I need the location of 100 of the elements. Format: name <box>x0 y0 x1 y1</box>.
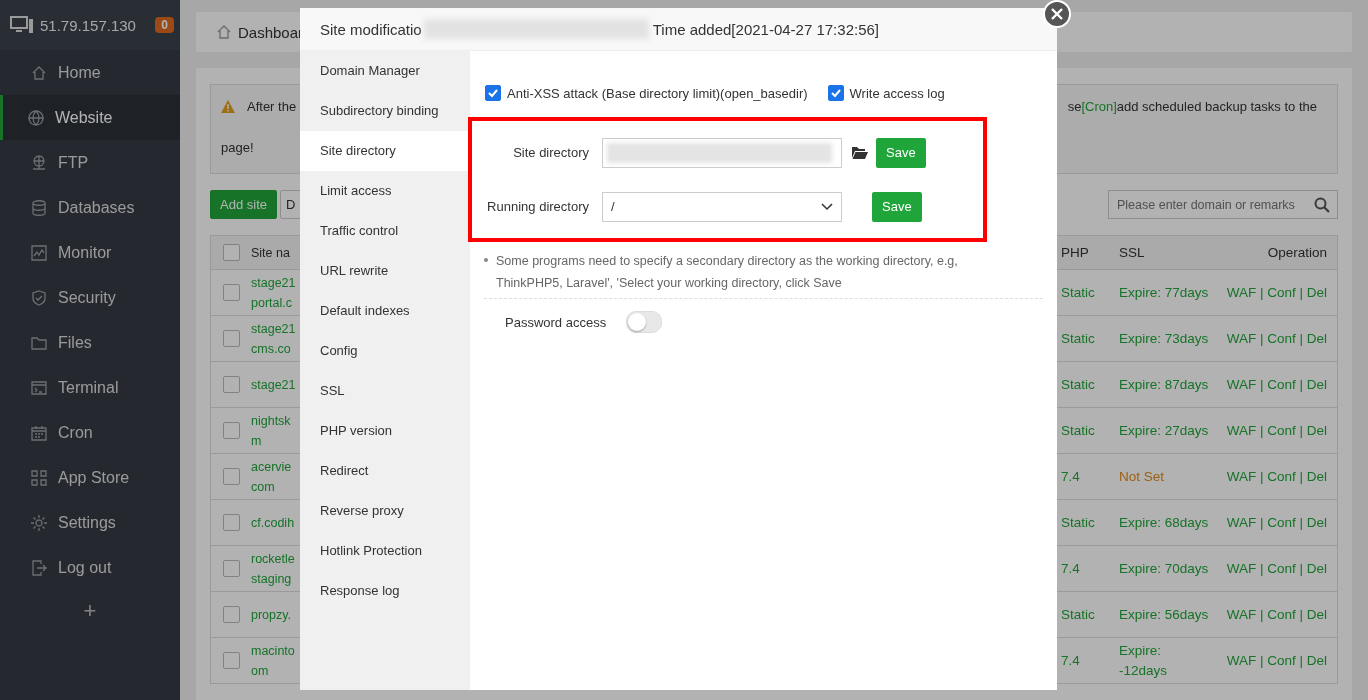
checkbox-label: Write access log <box>849 85 945 101</box>
row-checkbox[interactable] <box>222 652 240 669</box>
column-header: Operation <box>1266 245 1328 260</box>
column-header: SSL <box>1119 245 1146 260</box>
menu-icon <box>30 468 48 487</box>
operation-links[interactable]: WAF | Conf | Del <box>1217 423 1337 438</box>
dropdown[interactable]: / <box>602 191 842 222</box>
toolbar-button[interactable]: D <box>280 190 302 219</box>
dialog-tab[interactable]: Hotlink Protection <box>300 531 470 571</box>
dialog-tab[interactable]: Response log <box>300 571 470 611</box>
time-added: Time added[2021-04-27 17:32:56] <box>652 20 879 38</box>
operation-links[interactable]: WAF | Conf | Del <box>1217 469 1337 484</box>
dialog-tab[interactable]: URL rewrite <box>300 251 470 291</box>
dialog-tab[interactable]: Subdirectory binding <box>300 91 470 131</box>
dialog-tab[interactable]: Limit access <box>300 171 470 211</box>
php-cell-text: Static <box>1061 331 1096 346</box>
field-label: Running directory <box>486 199 589 214</box>
php-cell-text: 7.4 <box>1061 469 1081 484</box>
menu-icon <box>30 243 48 262</box>
field-label: Password access <box>505 314 607 330</box>
ssl-status[interactable]: Expire: 27days <box>1119 420 1217 441</box>
operation-links[interactable]: WAF | Conf | Del <box>1217 331 1337 346</box>
checkbox[interactable] <box>485 85 501 101</box>
row-checkbox[interactable] <box>222 376 240 393</box>
breadcrumb-link[interactable]: Dashboar <box>238 23 304 41</box>
save-button[interactable]: Save <box>876 137 926 168</box>
row-checkbox[interactable] <box>222 560 240 577</box>
server-ip: 51.79.157.130 <box>40 16 137 34</box>
dialog-tab[interactable]: SSL <box>300 371 470 411</box>
row-checkbox[interactable] <box>222 422 240 439</box>
dialog-tab[interactable]: Config <box>300 331 470 371</box>
ssl-status[interactable]: Expire: 56days <box>1119 604 1217 625</box>
column-header: Site na <box>251 245 291 260</box>
checkbox[interactable] <box>827 85 844 101</box>
search-field[interactable]: Please enter domain or remarks <box>1108 190 1338 219</box>
add-button[interactable]: + <box>77 598 103 624</box>
cron-link[interactable]: [Cron] <box>1081 99 1117 114</box>
menu-icon <box>30 378 48 397</box>
operation-links[interactable]: WAF | Conf | Del <box>1217 653 1337 668</box>
php-cell-text: Static <box>1061 515 1096 530</box>
select-all-checkbox[interactable] <box>222 244 240 261</box>
row-checkbox[interactable] <box>222 606 240 623</box>
row-checkbox[interactable] <box>222 468 240 485</box>
chevron-icon <box>821 202 833 211</box>
menu-icon <box>30 288 48 307</box>
column-header: PHP <box>1061 245 1090 260</box>
notification-badge[interactable]: 0 <box>155 17 174 33</box>
save-button[interactable]: Save <box>872 191 922 222</box>
close-button[interactable] <box>1043 0 1071 28</box>
menu-icon <box>30 153 48 172</box>
ssl-status[interactable]: Expire: 68days <box>1119 512 1217 533</box>
php-cell-text: 7.4 <box>1061 653 1081 668</box>
ssl-status[interactable]: Expire: 73days <box>1119 328 1217 349</box>
toggle-switch[interactable] <box>626 311 663 333</box>
php-cell-text: 7.4 <box>1061 561 1081 576</box>
field-label: Site directory <box>512 145 589 160</box>
dialog-tab[interactable]: Traffic control <box>300 211 470 251</box>
ssl-status[interactable]: Not Set <box>1119 466 1217 487</box>
folder-icon[interactable] <box>852 146 868 159</box>
sidebar-item[interactable]: Website <box>0 95 180 140</box>
operation-links[interactable]: WAF | Conf | Del <box>1217 285 1337 300</box>
ssl-status[interactable]: Expire: 70days <box>1119 558 1217 579</box>
row-checkbox[interactable] <box>222 284 240 301</box>
menu-icon <box>30 198 48 217</box>
ssl-status[interactable]: Expire: -12days <box>1119 640 1217 681</box>
menu-icon <box>30 558 48 577</box>
row-checkbox[interactable] <box>222 330 240 347</box>
menu-icon <box>30 423 48 442</box>
operation-links[interactable]: WAF | Conf | Del <box>1217 377 1337 392</box>
operation-links[interactable]: WAF | Conf | Del <box>1217 515 1337 530</box>
hint-text: Some programs need to specify a secondary directory as the working directory, e.g, ThinkPHP5, Laravel', 'Select your working directory, click Save <box>496 253 959 292</box>
ssl-status[interactable]: Expire: 77days <box>1119 282 1217 303</box>
php-cell-text: Static <box>1061 423 1096 438</box>
checkbox-label: Anti-XSS attack (Base directory limit)(open_basedir) <box>507 85 808 101</box>
add-site-button[interactable]: Add site <box>210 190 277 219</box>
php-cell-text: Static <box>1061 377 1096 392</box>
close-icon <box>1051 8 1063 20</box>
dialog-title: Site modificatio <box>320 20 422 38</box>
menu-icon <box>27 108 45 127</box>
dialog-tab[interactable]: Domain Manager <box>300 51 470 91</box>
php-cell-text: Static <box>1061 607 1096 622</box>
dialog-tab[interactable]: Reverse proxy <box>300 491 470 531</box>
menu-icon <box>30 513 48 532</box>
operation-links[interactable]: WAF | Conf | Del <box>1217 561 1337 576</box>
alert-text: page! <box>221 140 254 155</box>
alert-text: se[Cron]add scheduled backup tasks to the <box>1067 99 1317 114</box>
computer-icon <box>10 16 34 34</box>
warning-icon <box>221 100 235 113</box>
dialog-tab[interactable]: Default indexes <box>300 291 470 331</box>
row-checkbox[interactable] <box>222 514 240 531</box>
dialog-tab[interactable]: Site directory <box>300 131 470 171</box>
dialog-tab[interactable]: PHP version <box>300 411 470 451</box>
dialog-tab[interactable]: Redirect <box>300 451 470 491</box>
operation-links[interactable]: WAF | Conf | Del <box>1217 607 1337 622</box>
input-field[interactable] <box>602 137 842 168</box>
bullet-icon <box>484 258 488 262</box>
search-icon <box>1314 197 1330 213</box>
ssl-status[interactable]: Expire: 87days <box>1119 374 1217 395</box>
alert-text: After the <box>247 99 297 114</box>
php-cell-text: Static <box>1061 285 1096 300</box>
